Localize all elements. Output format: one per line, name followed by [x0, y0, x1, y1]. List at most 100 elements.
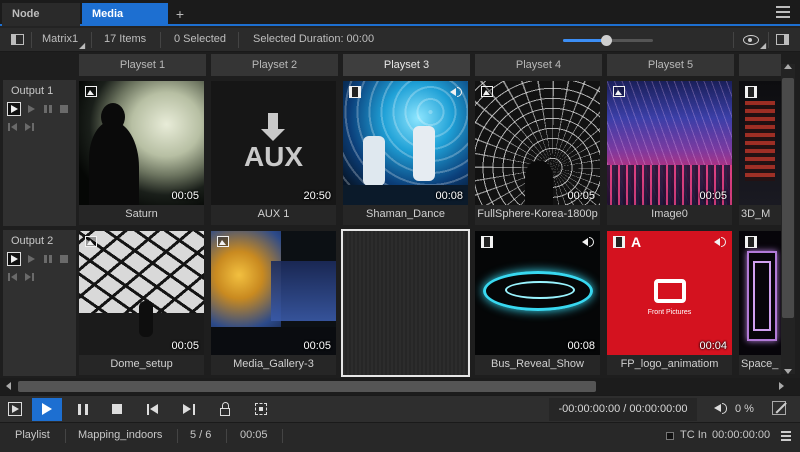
next-button[interactable] [174, 398, 204, 421]
play-box-icon [8, 402, 22, 416]
media-cell-image0[interactable]: 00:05 Image0 [607, 81, 732, 225]
toggle-right-panel-icon[interactable] [776, 34, 789, 45]
thumbnail [607, 81, 732, 205]
row-previous-icon [8, 273, 17, 281]
scroll-up-icon[interactable] [784, 64, 792, 69]
media-cell-bus-reveal-show[interactable]: 00:08 Bus_Reveal_Show [475, 231, 600, 375]
volume-icon[interactable] [714, 403, 728, 414]
horizontal-scrollbar[interactable] [0, 378, 800, 395]
media-name: AUX 1 [257, 208, 290, 220]
media-duration: 00:08 [435, 190, 463, 202]
scroll-left-icon[interactable] [6, 382, 11, 390]
image-icon [85, 236, 97, 247]
thumbnail [739, 231, 781, 355]
media-duration: 20:50 [303, 190, 331, 202]
film-icon [481, 236, 493, 248]
film-icon [745, 236, 757, 248]
toggle-left-panel-icon[interactable] [11, 34, 24, 45]
image-icon [85, 86, 97, 97]
output-label: Output 1 [11, 85, 54, 97]
media-cell-fullsphere-korea-1800p[interactable]: 00:05 FullSphere-Korea-1800p [475, 81, 600, 225]
film-icon [745, 86, 757, 98]
column-header-2[interactable]: Playset 2 [211, 54, 338, 76]
sound-icon [582, 236, 594, 247]
thumbnail [79, 81, 204, 205]
output-row-header-1: Output 1 [3, 80, 76, 226]
media-cell-dome-setup[interactable]: 00:05 Dome_setup [79, 231, 204, 375]
fp-logo-text: Front Pictures [647, 309, 692, 316]
scroll-down-icon[interactable] [784, 369, 792, 374]
media-name: Dome_setup [110, 358, 173, 370]
add-tab-button[interactable]: + [170, 3, 190, 26]
row-play-icon[interactable] [7, 252, 21, 266]
previous-button[interactable] [138, 398, 168, 421]
alpha-badge: A [631, 234, 642, 250]
fade-curve-icon[interactable] [772, 401, 786, 415]
vertical-scroll-thumb[interactable] [782, 78, 794, 318]
pause-button[interactable] [68, 398, 98, 421]
media-cell-saturn[interactable]: 00:05 Saturn [79, 81, 204, 225]
media-cell-media-gallery-3[interactable]: 00:05 Media_Gallery-3 [211, 231, 336, 375]
image-icon [217, 236, 229, 247]
media-name: Shaman_Dance [366, 208, 445, 220]
lock-icon [220, 402, 230, 416]
tab-node-graph[interactable]: Node Graph [2, 3, 80, 43]
column-header-4[interactable]: Playset 4 [475, 54, 602, 76]
column-header-6[interactable] [739, 54, 781, 76]
media-duration: 00:05 [567, 190, 595, 202]
eye-icon[interactable] [743, 35, 759, 45]
image-icon [613, 86, 625, 97]
sound-icon [450, 86, 462, 97]
media-cell-3d-m[interactable]: 3D_M [739, 81, 781, 225]
status-menu-icon[interactable] [781, 431, 791, 441]
tab-media-player[interactable]: Media Player [82, 3, 168, 43]
media-cell-shaman-dance[interactable]: 00:08 Shaman_Dance [343, 81, 468, 225]
film-icon [613, 236, 625, 248]
tc-in-indicator [666, 432, 674, 440]
row-play-icon[interactable] [7, 102, 21, 116]
play-button[interactable] [32, 398, 62, 421]
column-header-5[interactable]: Playset 5 [607, 54, 734, 76]
lock-button[interactable] [210, 398, 240, 421]
transport-bar: -00:00:00:00 / 00:00:00:00 0 % [0, 395, 800, 422]
empty-slot-pattern [343, 231, 468, 375]
status-project: Mapping_indoors [78, 429, 163, 441]
row-stop-icon [60, 255, 68, 263]
column-header-3[interactable]: Playset 3 [343, 54, 470, 76]
scroll-right-icon[interactable] [779, 382, 784, 390]
volume-value[interactable]: 0 % [735, 398, 754, 421]
thumbnail-size-slider[interactable] [563, 35, 653, 46]
row-stop-icon [60, 105, 68, 113]
timecode-display: -00:00:00:00 / 00:00:00:00 [549, 398, 697, 421]
matrix-dropdown-icon[interactable]: ◢ [79, 41, 85, 50]
media-name: FP_logo_animatiom [620, 358, 719, 370]
row-previous-icon [8, 123, 17, 131]
thumbnail [79, 231, 204, 355]
slider-knob[interactable] [601, 35, 613, 46]
media-cell-aux-1[interactable]: AUX 20:50 AUX 1 [211, 81, 336, 225]
pause-icon [78, 404, 88, 415]
media-cell-fp-logo-animatiom[interactable]: Front Pictures A 00:04 FP_logo_animatiom [607, 231, 732, 375]
selected-duration: Selected Duration: 00:00 [253, 33, 375, 45]
play-selected-button[interactable] [0, 398, 30, 421]
media-cell-space-[interactable]: Space_ [739, 231, 781, 375]
matrix-selector[interactable]: Matrix1 [42, 28, 78, 52]
media-name: Saturn [125, 208, 158, 220]
toolbar: Matrix1 ◢ 17 Items 0 Selected Selected D… [0, 28, 800, 52]
row-pause-icon [44, 255, 52, 263]
media-name: Space_ [741, 358, 779, 370]
horizontal-scroll-thumb[interactable] [18, 381, 596, 392]
row-pause-icon [44, 105, 52, 113]
thumbnail [475, 231, 600, 355]
row-next-icon [25, 123, 34, 131]
media-name: FullSphere-Korea-1800p [477, 208, 598, 220]
column-header-1[interactable]: Playset 1 [79, 54, 206, 76]
menu-icon[interactable] [776, 6, 790, 18]
media-duration: 00:04 [699, 340, 727, 352]
stop-button[interactable] [102, 398, 132, 421]
status-mode[interactable]: Playlist [15, 423, 50, 449]
empty-media-cell[interactable] [341, 229, 470, 377]
focus-button[interactable] [246, 398, 276, 421]
eye-dropdown-icon[interactable]: ◢ [760, 41, 766, 50]
vertical-scrollbar[interactable] [781, 64, 795, 374]
